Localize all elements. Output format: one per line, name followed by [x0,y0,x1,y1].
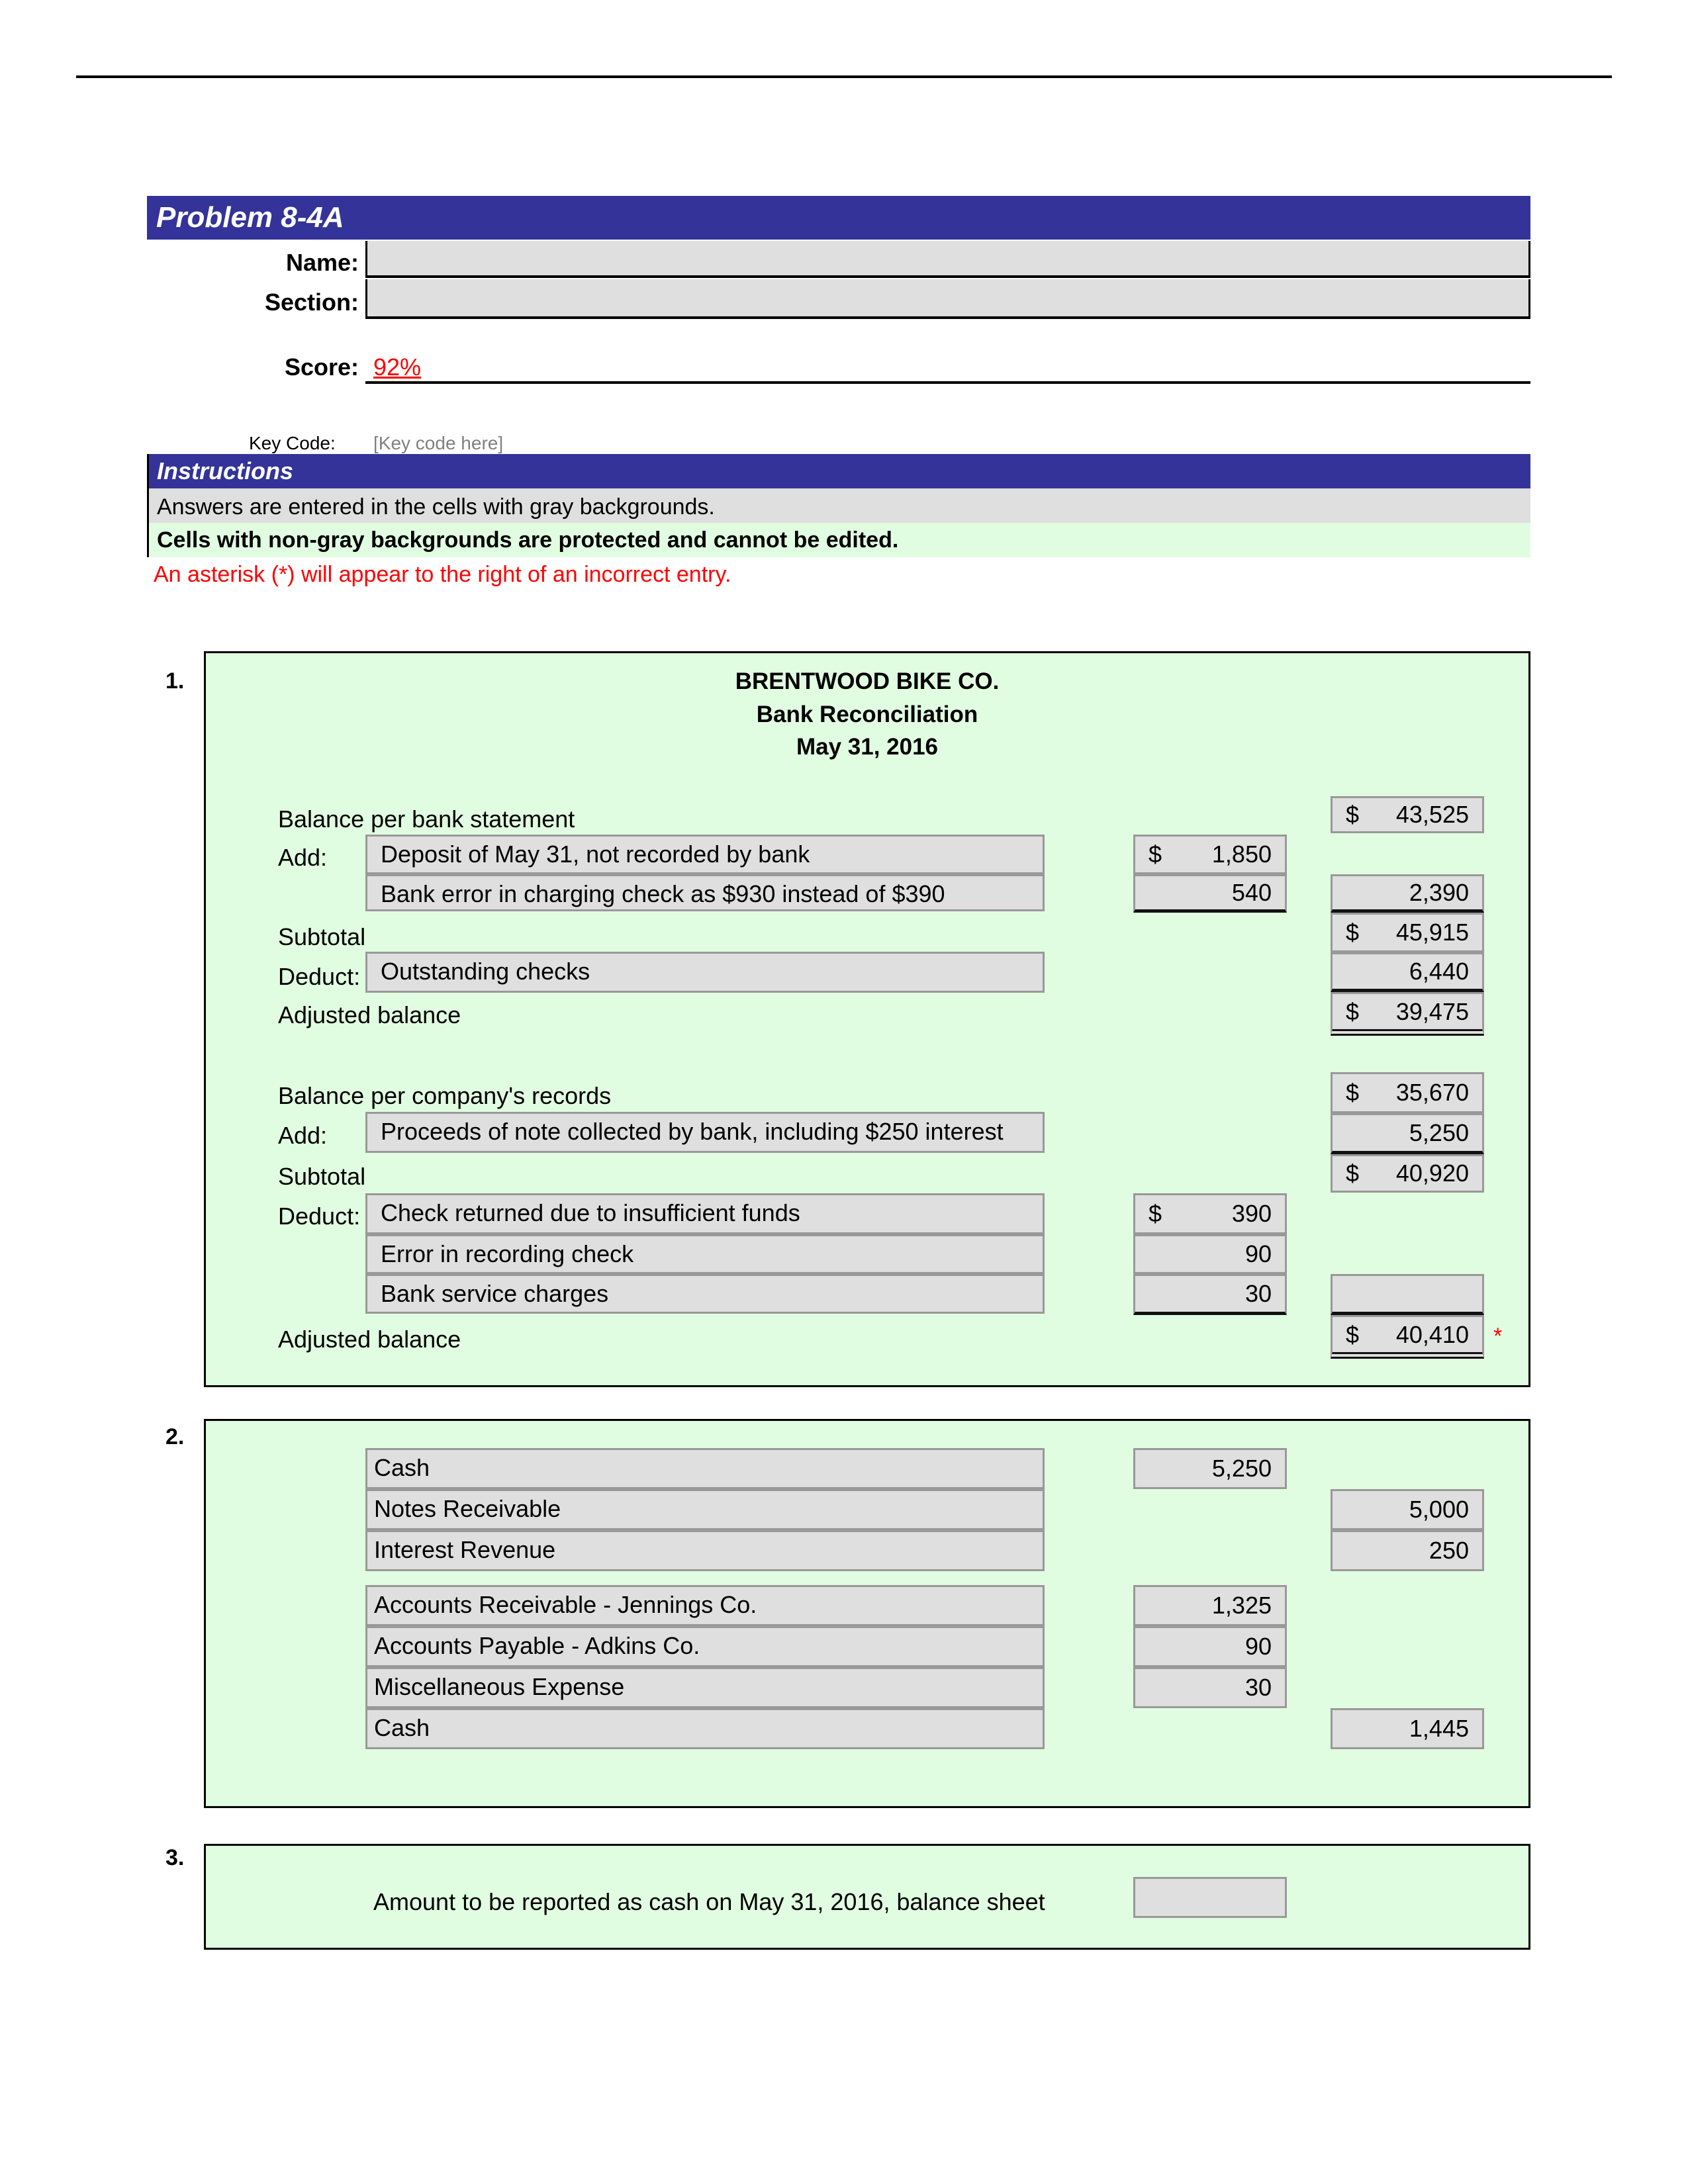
cash-balance-input[interactable] [1133,1877,1287,1918]
journal-credit[interactable]: 1,445 [1331,1708,1484,1749]
dollar-sign: $ [1346,1079,1360,1106]
company-balance-label: Balance per company's records [278,1082,612,1109]
company-deduct-label: Deduct: [278,1203,361,1230]
journal-account[interactable]: Cash [365,1448,1045,1489]
cash-balance-label: Amount to be reported as cash on May 31,… [373,1888,1045,1915]
journal-account[interactable]: Accounts Receivable - Jennings Co. [365,1585,1045,1626]
company-adjusted-label: Adjusted balance [278,1326,461,1353]
bank-subtotal-cell[interactable]: $ 45,915 [1331,913,1484,952]
bank-add-total[interactable]: 2,390 [1331,874,1484,913]
section-field[interactable] [365,279,1530,319]
journal-credit[interactable]: 5,000 [1331,1489,1484,1530]
problem-title: Problem 8-4A [147,196,1530,240]
dollar-sign: $ [1149,1200,1162,1227]
amount-value: 39,475 [1395,997,1469,1025]
keycode-label: Key Code: [249,433,336,453]
amount-value: 390 [1231,1200,1272,1227]
amount-value: 1,850 [1211,841,1272,868]
section-label: Section: [264,289,359,316]
amount-value: 5,000 [1409,1496,1469,1523]
company-add-label: Add: [278,1122,328,1149]
bank-adjusted-label: Adjusted balance [278,1001,461,1028]
amount-value: 6,440 [1409,958,1469,985]
company-deduct-item-amount[interactable]: 30 [1133,1274,1287,1315]
keycode-field[interactable]: [Key code here] [373,430,503,457]
bank-subtotal-label: Subtotal [278,923,366,950]
amount-value: 30 [1244,1280,1272,1307]
bank-add-label: Add: [278,844,328,871]
journal-account[interactable]: Cash [365,1708,1045,1749]
bank-balance-cell[interactable]: $ 43,525 [1331,796,1484,833]
part1-number: 1. [165,668,185,694]
incorrect-entry-asterisk: * [1493,1324,1503,1349]
score-underline [365,381,1530,384]
company-deduct-item-amount[interactable]: $ 390 [1133,1193,1287,1234]
bank-add-item-amount[interactable]: 540 [1133,874,1287,913]
amount-value: 5,250 [1409,1119,1469,1146]
dollar-sign: $ [1346,1320,1360,1348]
bank-balance-value: 43,525 [1395,801,1469,828]
name-label: Name: [285,249,359,276]
journal-debit[interactable]: 30 [1133,1667,1287,1708]
dollar-sign: $ [1346,919,1360,946]
company-deduct-item-desc[interactable]: Bank service charges [365,1274,1045,1314]
journal-debit[interactable]: 90 [1133,1626,1287,1667]
amount-value: 90 [1244,1633,1272,1660]
amount-value: 45,915 [1395,919,1469,946]
amount-value: 40,410 [1395,1320,1469,1348]
journal-credit[interactable]: 250 [1331,1530,1484,1571]
bank-add-item-desc[interactable]: Bank error in charging check as $930 ins… [365,874,1045,911]
journal-debit[interactable]: 1,325 [1133,1585,1287,1626]
bank-deduct-item-desc[interactable]: Outstanding checks [365,952,1045,993]
company-add-item-desc[interactable]: Proceeds of note collected by bank, incl… [365,1112,1045,1153]
journal-account[interactable]: Miscellaneous Expense [365,1667,1045,1708]
journal-account[interactable]: Accounts Payable - Adkins Co. [365,1626,1045,1667]
instructions-line-protected: Cells with non-gray backgrounds are prot… [147,523,1530,557]
amount-value: 40,920 [1395,1160,1469,1187]
dollar-sign: $ [1346,997,1360,1025]
name-field[interactable] [365,241,1530,278]
dollar-sign: $ [1149,841,1162,868]
instructions-line-gray: Answers are entered in the cells with gr… [147,488,1530,523]
company-deduct-item-amount[interactable]: 90 [1133,1234,1287,1274]
company-adjusted-cell[interactable]: $ 40,410 [1331,1315,1484,1359]
company-name: BRENTWOOD BIKE CO. [735,668,1000,694]
score-value: 92% [373,353,422,381]
bank-adjusted-cell[interactable]: $ 39,475 [1331,992,1484,1036]
amount-value: 2,390 [1409,879,1469,906]
dollar-sign: $ [1346,801,1360,828]
bank-add-item-amount[interactable]: $ 1,850 [1133,835,1287,874]
instructions-title: Instructions [147,454,1530,488]
dollar-sign: $ [1346,1160,1360,1187]
statement-title: Bank Reconciliation [756,702,978,727]
company-subtotal-cell[interactable]: $ 40,920 [1331,1154,1484,1193]
bank-balance-label: Balance per bank statement [278,805,575,833]
company-balance-cell[interactable]: $ 35,670 [1331,1072,1484,1113]
bank-deduct-label: Deduct: [278,963,361,990]
top-rule [76,75,1612,78]
amount-value: 1,325 [1211,1592,1272,1619]
journal-debit[interactable]: 5,250 [1133,1448,1287,1489]
amount-value: 540 [1231,879,1272,906]
instructions-line-asterisk: An asterisk (*) will appear to the right… [154,562,731,587]
company-deduct-item-desc[interactable]: Check returned due to insufficient funds [365,1193,1045,1234]
company-subtotal-label: Subtotal [278,1163,366,1190]
amount-value: 90 [1244,1240,1272,1267]
amount-value: 5,250 [1211,1455,1272,1482]
bank-deduct-amount[interactable]: 6,440 [1331,952,1484,992]
journal-account[interactable]: Notes Receivable [365,1489,1045,1530]
company-add-amount[interactable]: 5,250 [1331,1113,1484,1154]
bank-add-item-desc[interactable]: Deposit of May 31, not recorded by bank [365,835,1045,874]
part2-number: 2. [165,1424,185,1449]
score-label: Score: [284,353,359,381]
amount-value: 30 [1244,1674,1272,1701]
amount-value: 250 [1429,1537,1469,1564]
amount-value: 35,670 [1395,1079,1469,1106]
company-deduct-total[interactable] [1331,1274,1484,1315]
amount-value: 1,445 [1409,1715,1469,1742]
company-deduct-item-desc[interactable]: Error in recording check [365,1234,1045,1274]
journal-account[interactable]: Interest Revenue [365,1530,1045,1571]
part3-number: 3. [165,1845,185,1870]
statement-date: May 31, 2016 [796,734,939,760]
